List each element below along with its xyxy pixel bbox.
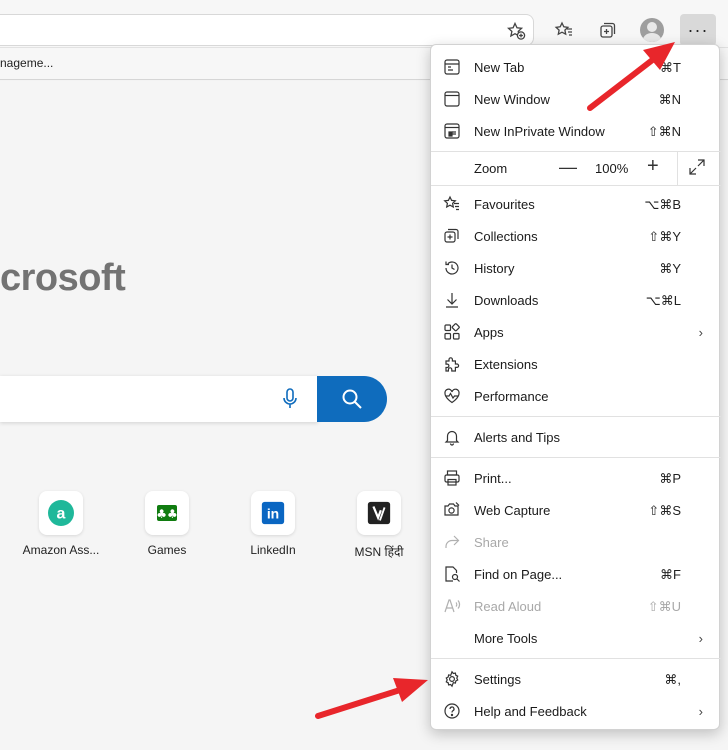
- annotation-arrows: [315, 42, 675, 719]
- arrow-to-more-button: [587, 42, 675, 111]
- arrow-to-settings: [315, 678, 428, 719]
